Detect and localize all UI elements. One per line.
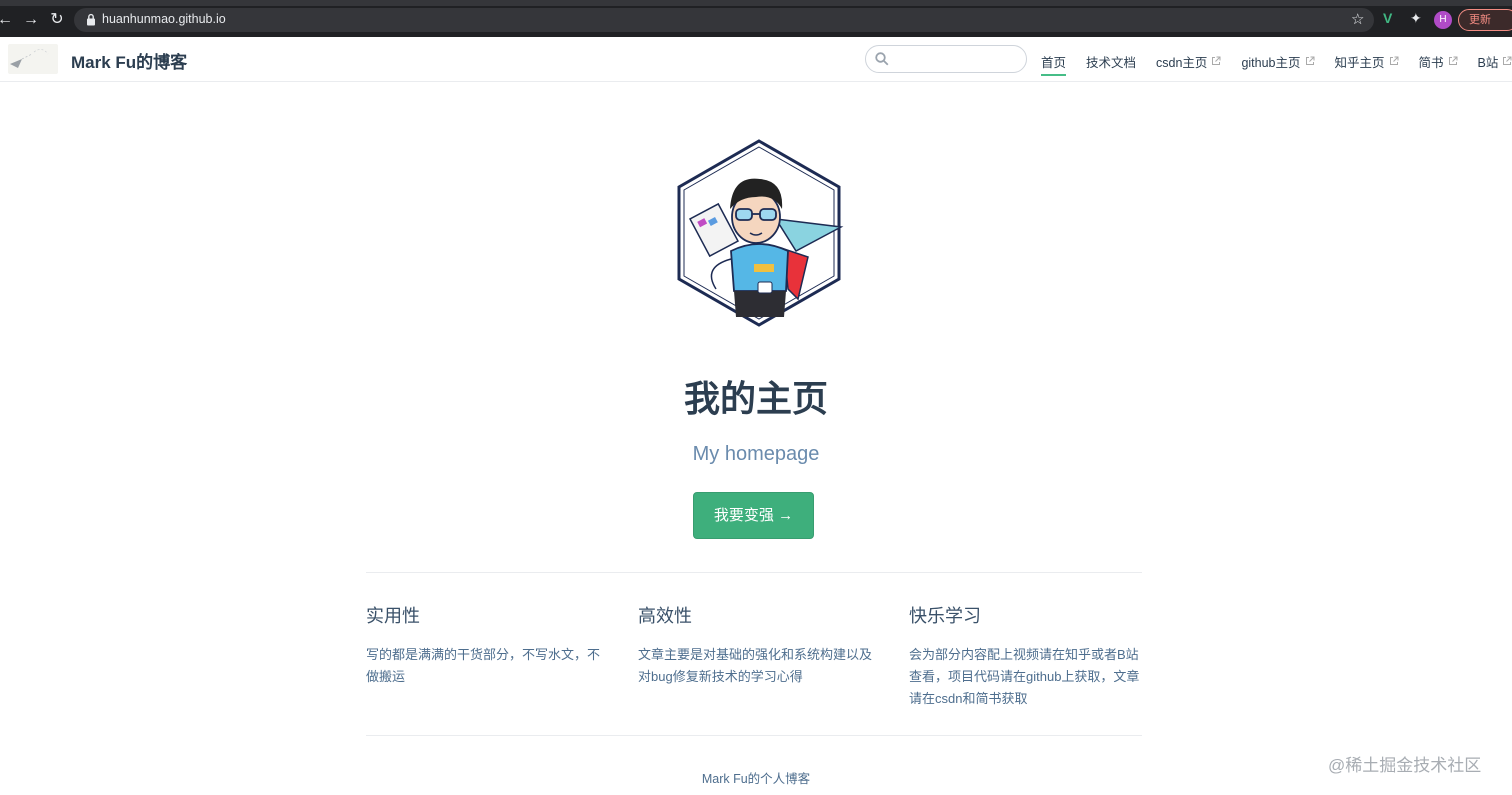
nav-link-home[interactable]: 首页 xyxy=(1041,51,1067,76)
feature-details: 会为部分内容配上视频请在知乎或者B站查看，项目代码请在github上获取，文章请… xyxy=(909,647,1140,706)
external-link-icon xyxy=(1212,56,1221,65)
browser-chrome: ← → ↻ huanhunmao.github.io ☆ V ✦ H 更新 xyxy=(0,0,1512,37)
action-button[interactable]: 我要变强 → xyxy=(693,492,814,539)
feature-details: 写的都是满满的干货部分，不写水文，不做搬运 xyxy=(366,647,601,684)
nav-link-csdn[interactable]: csdn主页 xyxy=(1156,51,1221,71)
nav-link-docs[interactable]: 技术文档 xyxy=(1086,51,1136,71)
nav-links: 首页 技术文档 csdn主页 github主页 知乎主页 简书 B站 xyxy=(1041,51,1512,76)
footer-divider xyxy=(366,735,1142,736)
nav-link-bilibili[interactable]: B站 xyxy=(1478,51,1512,71)
site-navbar: Mark Fu的博客 首页 技术文档 csdn主页 github主页 知乎主页 … xyxy=(0,37,1512,82)
extensions-icon[interactable]: ✦ xyxy=(1410,10,1422,27)
paper-plane-icon xyxy=(10,49,49,68)
nav-link-github[interactable]: github主页 xyxy=(1241,51,1314,71)
profile-avatar[interactable]: H xyxy=(1434,11,1452,29)
vue-devtools-icon[interactable]: V xyxy=(1383,10,1392,26)
lock-icon xyxy=(87,13,95,26)
address-bar[interactable] xyxy=(74,8,1374,32)
nav-link-jianshu[interactable]: 简书 xyxy=(1419,51,1458,71)
bookmark-star-icon[interactable]: ☆ xyxy=(1351,10,1364,28)
hero-description: My homepage xyxy=(692,443,820,465)
feature-happy-learning: 快乐学习 会为部分内容配上视频请在知乎或者B站查看，项目代码请在github上获… xyxy=(909,602,1145,710)
external-link-icon xyxy=(1389,56,1399,65)
site-logo[interactable] xyxy=(8,44,58,74)
hero-avatar-image xyxy=(677,139,844,327)
update-button[interactable]: 更新 xyxy=(1458,9,1512,31)
external-link-icon xyxy=(1305,56,1314,65)
nav-link-label: csdn主页 xyxy=(1156,55,1208,70)
back-icon[interactable]: ← xyxy=(0,11,14,29)
footer-text: Mark Fu的个人博客 xyxy=(701,772,811,786)
watermark: @稀土掘金技术社区 xyxy=(1328,756,1482,775)
nav-link-zhihu[interactable]: 知乎主页 xyxy=(1335,51,1399,71)
forward-icon[interactable]: → xyxy=(22,11,40,29)
nav-link-label: 知乎主页 xyxy=(1334,55,1385,70)
nav-link-label: B站 xyxy=(1477,55,1499,70)
external-link-icon xyxy=(1448,56,1458,65)
external-link-icon xyxy=(1503,56,1512,65)
hero-title: 我的主页 xyxy=(683,378,828,419)
nav-link-label: 简书 xyxy=(1418,55,1444,70)
search-icon xyxy=(875,52,889,66)
nav-link-label: 技术文档 xyxy=(1086,55,1137,70)
url-text[interactable]: huanhunmao.github.io xyxy=(102,12,226,26)
nav-link-label: github主页 xyxy=(1241,55,1301,70)
reload-icon[interactable]: ↻ xyxy=(48,11,66,29)
tab-strip xyxy=(0,0,1512,6)
features-divider xyxy=(366,572,1142,573)
nav-link-label: 首页 xyxy=(1041,55,1067,70)
feature-title: 实用性 xyxy=(366,606,420,626)
feature-title: 快乐学习 xyxy=(909,606,981,626)
feature-efficiency: 高效性 文章主要是对基础的强化和系统构建以及对bug修复新技术的学习心得 xyxy=(638,602,878,688)
feature-practical: 实用性 写的都是满满的干货部分，不写水文，不做搬运 xyxy=(366,602,606,688)
feature-details: 文章主要是对基础的强化和系统构建以及对bug修复新技术的学习心得 xyxy=(638,647,873,684)
site-name[interactable]: Mark Fu的博客 xyxy=(71,48,187,73)
search-box[interactable] xyxy=(865,45,1027,73)
feature-title: 高效性 xyxy=(638,606,692,626)
search-input[interactable] xyxy=(892,49,1022,69)
